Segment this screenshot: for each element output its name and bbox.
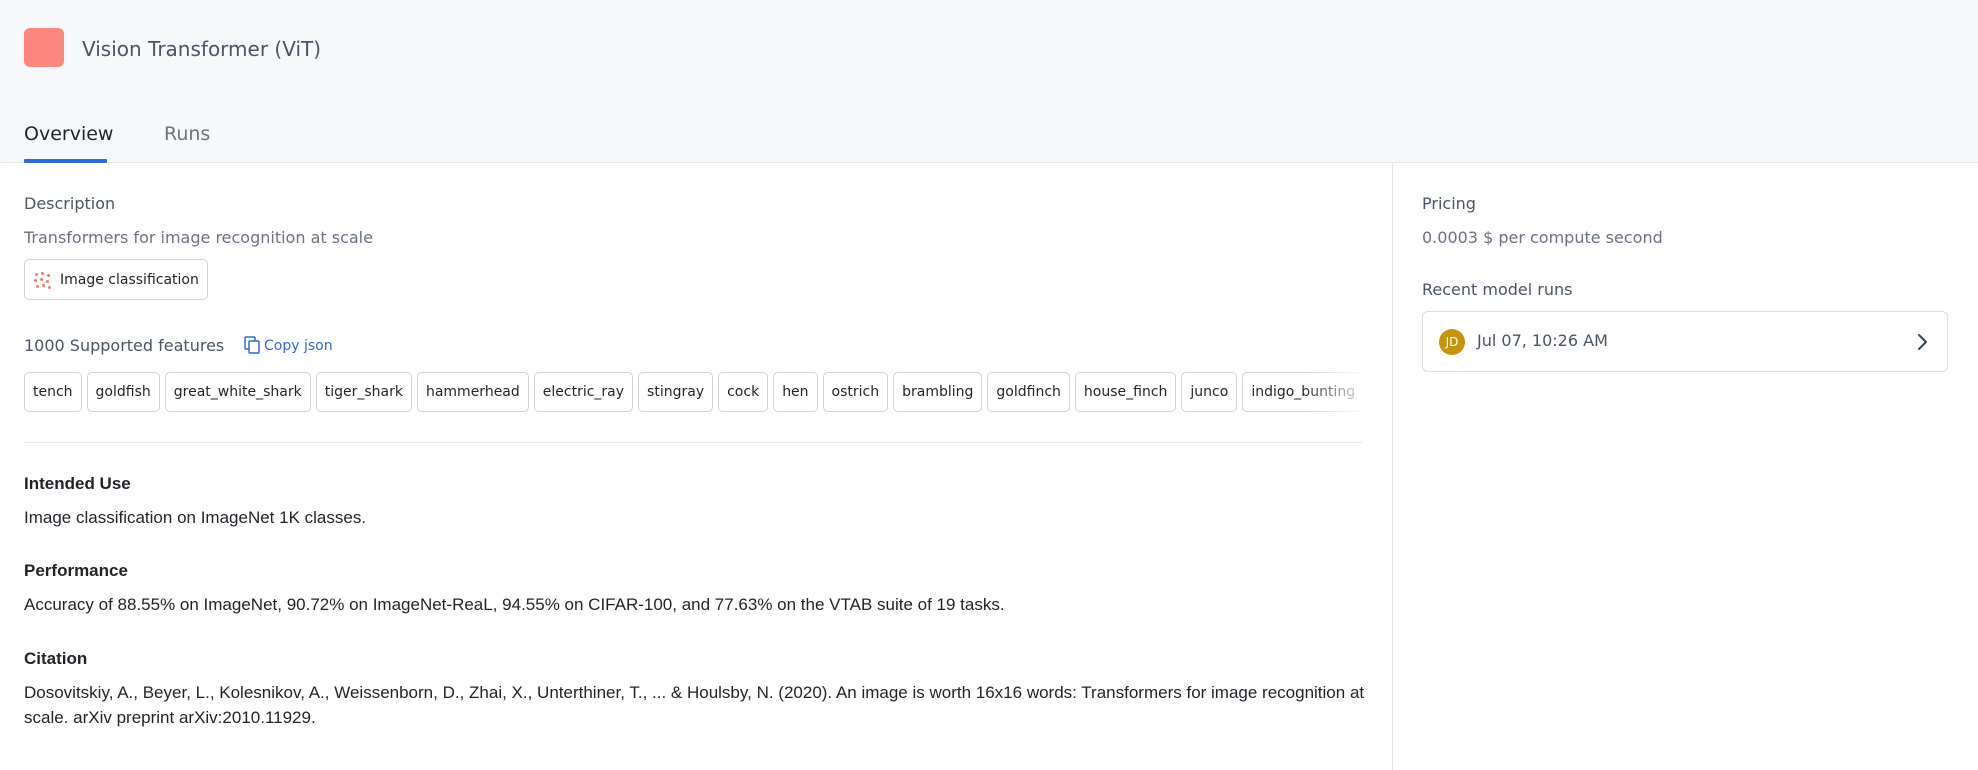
feature-chip[interactable]: indigo_bunting (1242, 372, 1362, 412)
recent-runs-label: Recent model runs (1422, 280, 1573, 299)
feature-chip[interactable]: ostrich (822, 372, 889, 412)
copy-json-label: Copy json (264, 337, 333, 354)
feature-chip[interactable]: tench (24, 372, 82, 412)
intended-use-text: Image classification on ImageNet 1K clas… (24, 508, 367, 527)
feature-chip[interactable]: hen (773, 372, 818, 412)
avatar: JD (1439, 329, 1465, 355)
performance-title: Performance (24, 561, 128, 580)
model-logo (24, 28, 64, 67)
pricing-text: 0.0003 $ per compute second (1422, 228, 1663, 247)
feature-chip[interactable]: stingray (638, 372, 714, 412)
tab-runs[interactable]: Runs (164, 123, 210, 145)
task-chip[interactable]: Image classification (24, 259, 208, 300)
features-list: tench goldfish great_white_shark tiger_shar… (24, 372, 1362, 412)
feature-chip[interactable]: cock (718, 372, 769, 412)
feature-chip[interactable]: goldfish (86, 372, 160, 412)
feature-chip[interactable]: hammerhead (416, 372, 529, 412)
run-date: Jul 07, 10:26 AM (1477, 331, 1608, 350)
citation-text: Dosovitskiy, A., Beyer, L., Kolesnikov, … (24, 683, 1365, 727)
active-tab-indicator (24, 159, 107, 163)
copy-json-button[interactable]: Copy json (244, 336, 333, 355)
chevron-right-icon (1918, 334, 1927, 350)
performance-text: Accuracy of 88.55% on ImageNet, 90.72% o… (24, 595, 1005, 614)
pricing-label: Pricing (1422, 194, 1476, 213)
header: Vision Transformer (ViT) Overview Runs (0, 0, 1978, 163)
citation-title: Citation (24, 649, 88, 668)
section-divider (24, 442, 1362, 443)
description-label: Description (24, 194, 116, 213)
feature-chip[interactable]: junco (1181, 372, 1238, 412)
page-title: Vision Transformer (ViT) (82, 37, 322, 61)
tab-overview[interactable]: Overview (24, 123, 113, 145)
dotted-grid-icon (33, 271, 51, 289)
feature-chip[interactable]: house_finch (1074, 372, 1177, 412)
feature-chip[interactable]: tiger_shark (315, 372, 412, 412)
copy-icon (244, 336, 260, 354)
feature-chip[interactable]: goldfinch (987, 372, 1070, 412)
intended-use-title: Intended Use (24, 474, 131, 493)
run-card[interactable]: JD Jul 07, 10:26 AM (1422, 311, 1948, 372)
feature-chip[interactable]: great_white_shark (164, 372, 311, 412)
column-divider (1392, 163, 1393, 770)
description-text: Transformers for image recognition at sc… (24, 228, 373, 247)
feature-chip[interactable]: brambling (893, 372, 983, 412)
feature-chip[interactable]: electric_ray (533, 372, 634, 412)
features-label: 1000 Supported features (24, 336, 225, 355)
task-chip-label: Image classification (60, 271, 199, 288)
